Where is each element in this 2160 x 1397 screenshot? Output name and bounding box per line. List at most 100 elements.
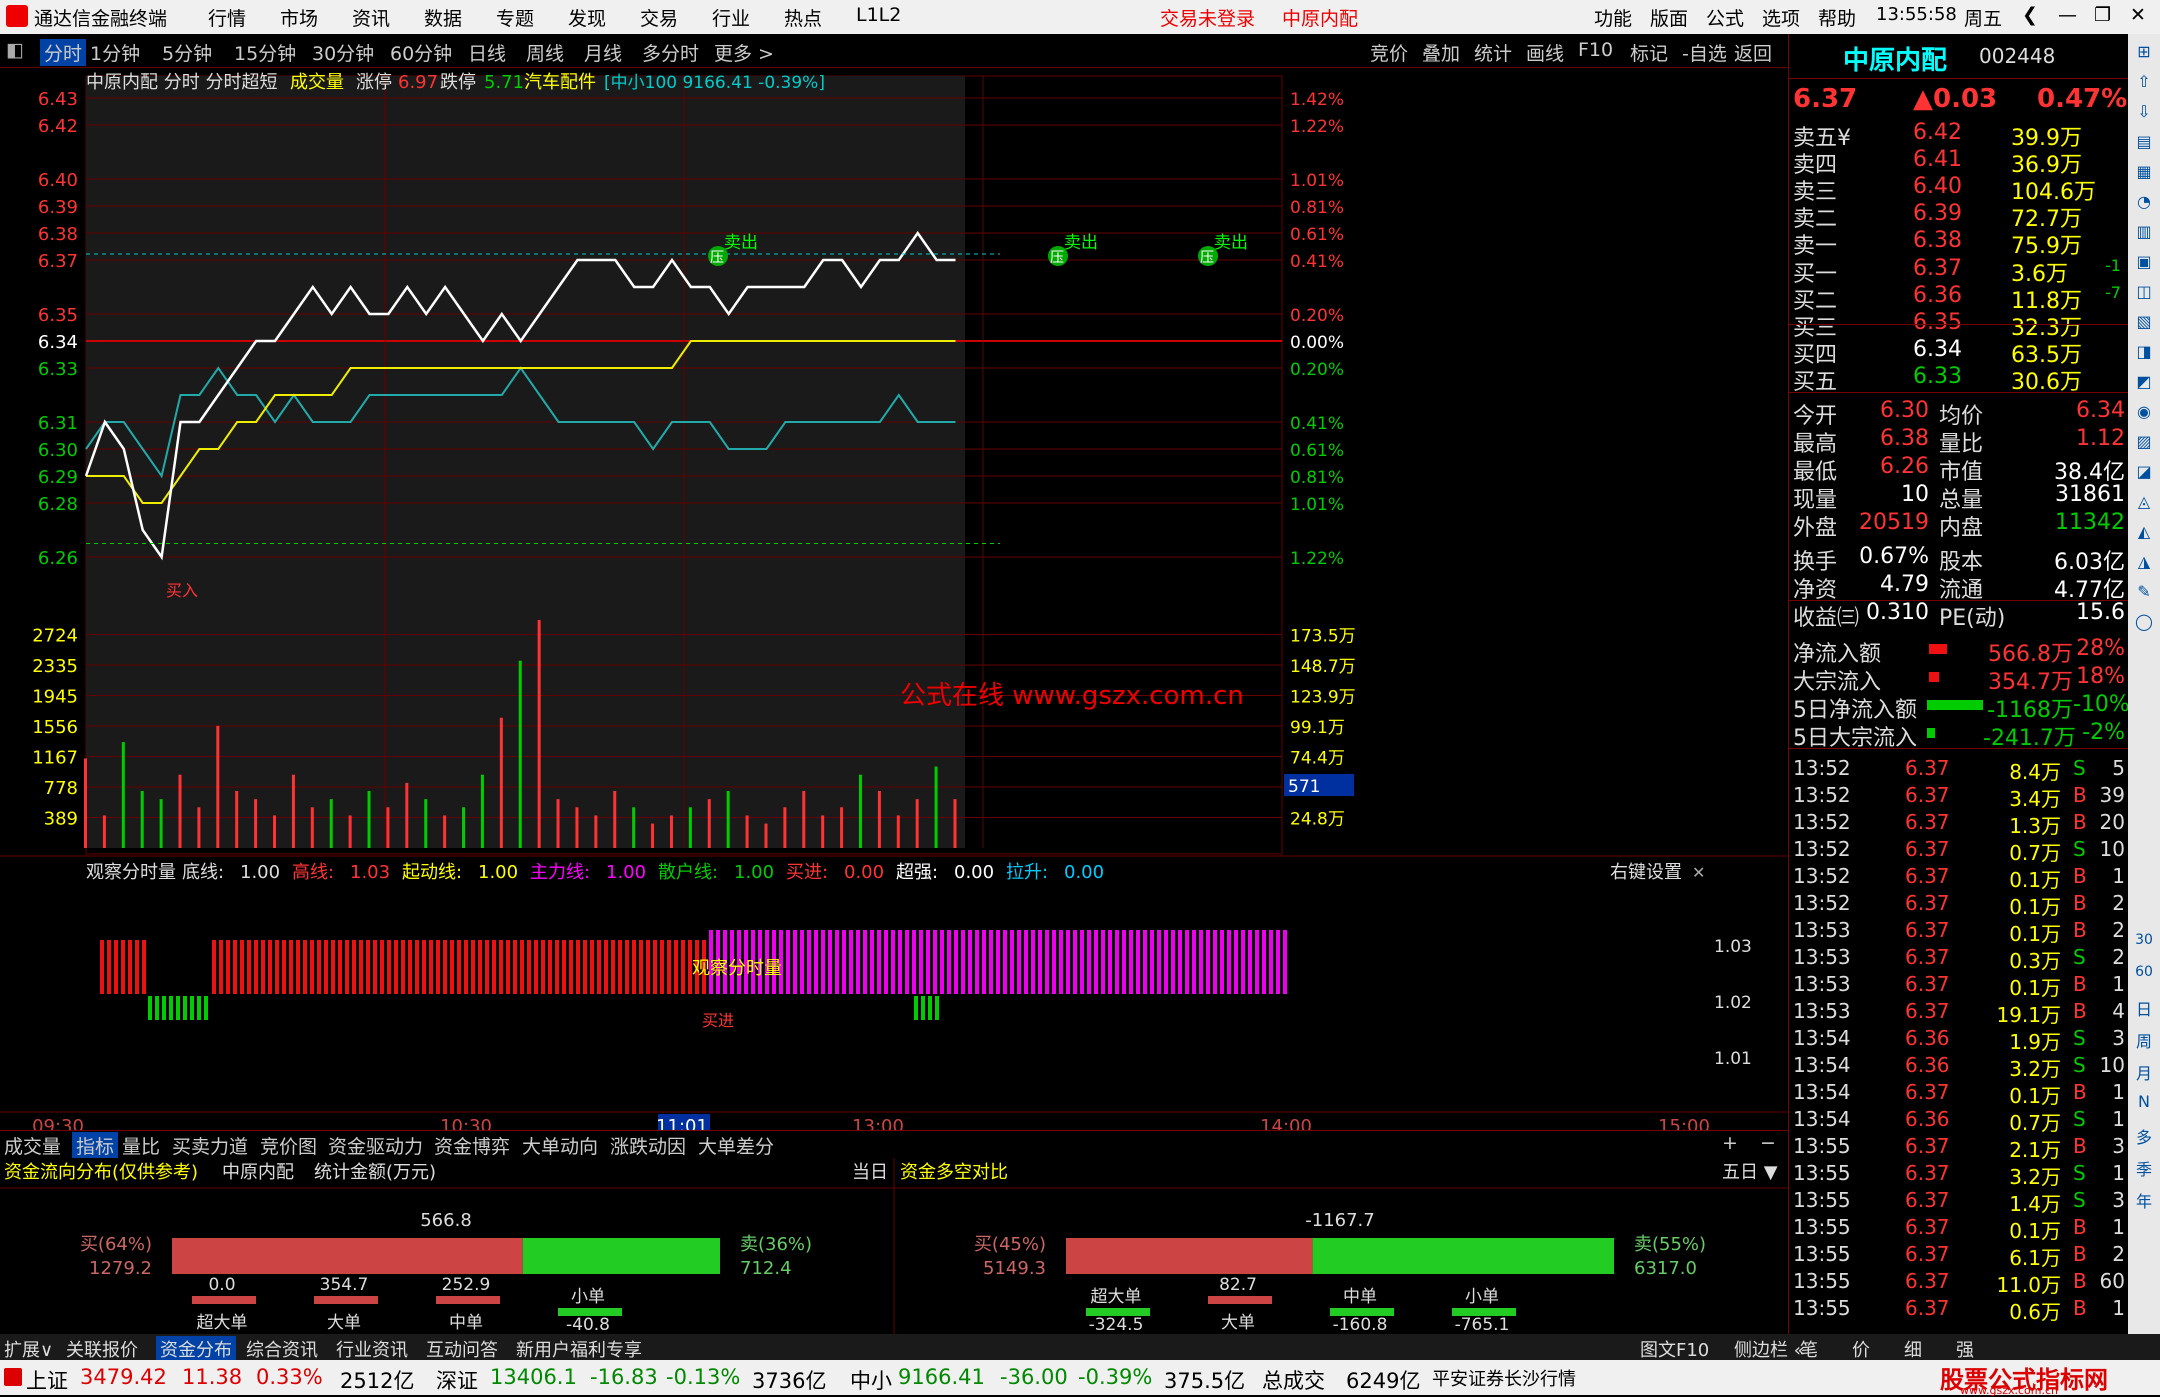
zoom-out-icon[interactable]: − xyxy=(1760,1132,1776,1154)
foot-right-1[interactable]: 侧边栏 « xyxy=(1734,1336,1805,1362)
side-tool-icon[interactable]: ◮ xyxy=(2132,552,2156,571)
side-tool-icon[interactable]: ⇧ xyxy=(2132,72,2156,91)
intraday-chart[interactable]: 6.43 1.42% 6.42 1.22% 6.40 1.01% 6.39 0.81% 6.38… xyxy=(0,68,1788,1153)
tab-tool-2[interactable]: 统计 xyxy=(1474,39,1512,66)
restore-icon[interactable]: ❐ xyxy=(2094,4,2111,26)
close-ind-icon[interactable]: ✕ xyxy=(1692,863,1705,882)
foot-tab-5[interactable]: 互动问答 xyxy=(426,1336,498,1362)
tab-ind-6[interactable]: 资金博弈 xyxy=(434,1132,510,1159)
side-tool-icon[interactable]: ◯ xyxy=(2132,612,2156,631)
tab-ind-0[interactable]: 成交量 xyxy=(4,1132,61,1159)
sh-label[interactable]: 上证 xyxy=(26,1365,68,1395)
side-tool-icon[interactable]: ▤ xyxy=(2132,132,2156,151)
tab-ind-2[interactable]: 量比 xyxy=(122,1132,160,1159)
side-period-6[interactable]: 年 xyxy=(2132,1188,2156,1212)
foot-right-3[interactable]: 价 xyxy=(1852,1336,1870,1362)
sz-label[interactable]: 深证 xyxy=(436,1365,478,1395)
menu-3[interactable]: 数据 xyxy=(424,4,462,31)
side-tool-icon[interactable]: ▧ xyxy=(2132,312,2156,331)
fund-five[interactable]: 五日 ▼ xyxy=(1722,1162,1778,1183)
side-tool-icon[interactable]: ▥ xyxy=(2132,222,2156,241)
side-60[interactable]: 60 xyxy=(2132,964,2156,980)
side-tool-icon[interactable]: ◨ xyxy=(2132,342,2156,361)
tab-ind-3[interactable]: 买卖力道 xyxy=(172,1132,248,1159)
tab-tool-4[interactable]: F10 xyxy=(1578,39,1613,61)
close-icon[interactable]: ✕ xyxy=(2130,4,2146,26)
tab-period-9[interactable]: 多分时 xyxy=(642,39,699,66)
side-tool-icon[interactable]: ▨ xyxy=(2132,432,2156,451)
menu-9[interactable]: L1L2 xyxy=(856,4,901,26)
tab-tool-5[interactable]: 标记 xyxy=(1630,39,1668,66)
layout-icon[interactable]: ◧ xyxy=(6,39,24,61)
menu-2[interactable]: 资讯 xyxy=(352,4,390,31)
tab-period-8[interactable]: 月线 xyxy=(584,39,622,66)
foot-tab-6[interactable]: 新用户福利专享 xyxy=(516,1336,642,1362)
side-period-5[interactable]: 季 xyxy=(2132,1156,2156,1180)
menu-4[interactable]: 专题 xyxy=(496,4,534,31)
rmenu-2[interactable]: 公式 xyxy=(1706,4,1744,31)
side-period-2[interactable]: 月 xyxy=(2132,1060,2156,1084)
foot-tab-1[interactable]: 关联报价 xyxy=(66,1336,138,1362)
side-tool-icon[interactable]: ✎ xyxy=(2132,582,2156,601)
side-tool-icon[interactable]: ◭ xyxy=(2132,522,2156,541)
foot-tab-3[interactable]: 综合资讯 xyxy=(246,1336,318,1362)
foot-tab-4[interactable]: 行业资讯 xyxy=(336,1336,408,1362)
tab-tool-0[interactable]: 竞价 xyxy=(1370,39,1408,66)
tab-period-6[interactable]: 日线 xyxy=(468,39,506,66)
chart-area[interactable]: 6.43 1.42% 6.42 1.22% 6.40 1.01% 6.39 0.81% 6.38… xyxy=(0,68,1788,1153)
foot-tab-0[interactable]: 扩展∨ xyxy=(4,1336,53,1362)
tab-tool-6[interactable]: -自选 xyxy=(1682,39,1727,66)
tab-tool-3[interactable]: 画线 xyxy=(1526,39,1564,66)
side-tool-icon[interactable]: ◔ xyxy=(2132,192,2156,211)
tab-period-0[interactable]: 分时 xyxy=(40,39,87,66)
side-tool-icon[interactable]: ▣ xyxy=(2132,252,2156,271)
tab-ind-9[interactable]: 大单差分 xyxy=(698,1132,774,1159)
menu-0[interactable]: 行情 xyxy=(208,4,246,31)
menu-8[interactable]: 热点 xyxy=(784,4,822,31)
tab-period-4[interactable]: 30分钟 xyxy=(312,39,374,66)
side-tool-icon[interactable]: ⊞ xyxy=(2132,42,2156,61)
rmenu-4[interactable]: 帮助 xyxy=(1818,4,1856,31)
minimize-icon[interactable]: — xyxy=(2058,4,2077,26)
zx-label[interactable]: 中小 xyxy=(850,1365,892,1395)
tab-period-3[interactable]: 15分钟 xyxy=(234,39,296,66)
foot-right-5[interactable]: 强 xyxy=(1956,1336,1974,1362)
right-setting[interactable]: 右键设置 xyxy=(1610,862,1682,883)
tab-tool-1[interactable]: 叠加 xyxy=(1422,39,1460,66)
side-tool-icon[interactable]: ◪ xyxy=(2132,462,2156,481)
menu-7[interactable]: 行业 xyxy=(712,4,750,31)
foot-right-4[interactable]: 细 xyxy=(1904,1336,1922,1362)
side-tool-icon[interactable]: ⇩ xyxy=(2132,102,2156,121)
tab-period-5[interactable]: 60分钟 xyxy=(390,39,452,66)
login-status[interactable]: 交易未登录 xyxy=(1160,4,1255,31)
tab-period-7[interactable]: 周线 xyxy=(526,39,564,66)
rmenu-1[interactable]: 版面 xyxy=(1650,4,1688,31)
side-tool-icon[interactable]: ◉ xyxy=(2132,402,2156,421)
tab-ind-7[interactable]: 大单动向 xyxy=(522,1132,598,1159)
rmenu-3[interactable]: 选项 xyxy=(1762,4,1800,31)
side-tool-icon[interactable]: ◫ xyxy=(2132,282,2156,301)
menu-5[interactable]: 发现 xyxy=(568,4,606,31)
foot-right-2[interactable]: 笔 xyxy=(1800,1336,1818,1362)
tab-period-1[interactable]: 1分钟 xyxy=(90,39,140,66)
fund-today[interactable]: 当日 xyxy=(852,1162,888,1183)
tab-ind-8[interactable]: 涨跌动因 xyxy=(610,1132,686,1159)
side-tool-icon[interactable]: ◬ xyxy=(2132,492,2156,511)
back-icon[interactable]: ❮ xyxy=(2022,4,2038,26)
side-period-1[interactable]: 周 xyxy=(2132,1028,2156,1052)
tab-period-2[interactable]: 5分钟 xyxy=(162,39,212,66)
tab-ind-4[interactable]: 竞价图 xyxy=(260,1132,317,1159)
foot-right-0[interactable]: 图文F10 xyxy=(1640,1336,1709,1362)
rmenu-0[interactable]: 功能 xyxy=(1594,4,1632,31)
side-tool-icon[interactable]: ◩ xyxy=(2132,372,2156,391)
zoom-in-icon[interactable]: + xyxy=(1722,1132,1738,1154)
tab-period-10[interactable]: 更多 > xyxy=(714,39,774,66)
tab-tool-7[interactable]: 返回 xyxy=(1734,39,1772,66)
menu-1[interactable]: 市场 xyxy=(280,4,318,31)
tab-ind-1[interactable]: 指标 xyxy=(72,1132,119,1159)
side-period-4[interactable]: 多 xyxy=(2132,1124,2156,1148)
side-period-3[interactable]: N xyxy=(2132,1092,2156,1111)
side-30[interactable]: 30 xyxy=(2132,932,2156,948)
side-period-0[interactable]: 日 xyxy=(2132,996,2156,1020)
tab-ind-5[interactable]: 资金驱动力 xyxy=(328,1132,423,1159)
